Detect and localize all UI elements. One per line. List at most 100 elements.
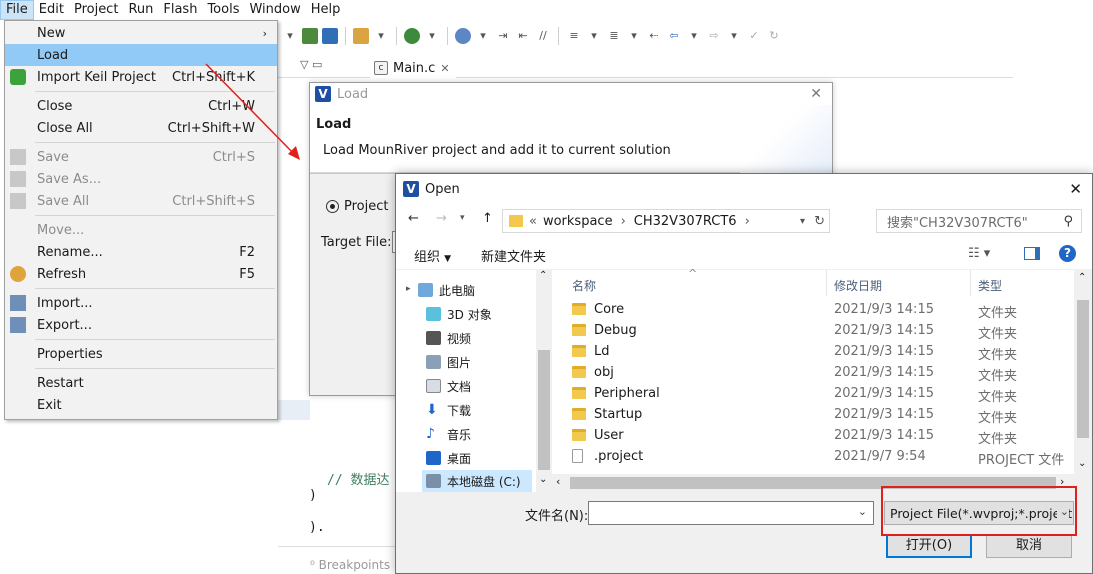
column-header-name[interactable]: 名称 — [572, 277, 596, 294]
breadcrumb-overflow-icon[interactable]: « — [529, 214, 537, 229]
menu-edit[interactable]: Edit — [34, 0, 69, 20]
table-row[interactable]: .project 2021/9/7 9:54 PROJECT 文件 — [552, 447, 1070, 468]
annotation-icon[interactable]: ≡ — [566, 28, 582, 44]
breadcrumb-ch32v307rct6[interactable]: CH32V307RCT6 — [634, 214, 737, 229]
project-radio[interactable]: Project — [326, 199, 388, 214]
menu-item-properties[interactable]: Properties — [5, 343, 277, 365]
link-icon[interactable]: ↻ — [766, 28, 782, 44]
search-input[interactable]: 搜索"CH32V307RCT6" ⚲ — [876, 209, 1082, 233]
menu-item-move[interactable]: Move... — [5, 219, 277, 241]
table-row[interactable]: Core 2021/9/3 14:15 文件夹 — [552, 300, 1070, 321]
menu-item-save-all[interactable]: Save All Ctrl+Shift+S — [5, 190, 277, 212]
menu-run[interactable]: Run — [123, 0, 158, 20]
breadcrumb-workspace[interactable]: workspace — [543, 214, 613, 229]
menu-help[interactable]: Help — [306, 0, 346, 20]
search-icon[interactable] — [455, 28, 471, 44]
nav-documents[interactable]: 文档 — [426, 374, 471, 398]
forward-arrow-icon[interactable]: ⇨ — [706, 28, 722, 44]
nav-3d-objects[interactable]: 3D 对象 — [426, 302, 492, 326]
picture-icon — [426, 355, 441, 369]
menu-separator — [35, 339, 275, 340]
annotation-prev-icon[interactable]: ≣ — [606, 28, 622, 44]
nav-scrollbar-thumb[interactable] — [538, 350, 550, 470]
dropdown-icon[interactable]: ▾ — [626, 28, 642, 44]
nav-downloads[interactable]: ⬇ 下载 — [426, 398, 471, 422]
scroll-down-icon[interactable]: ⌄ — [539, 474, 547, 485]
debug-icon[interactable] — [404, 28, 420, 44]
dropdown-icon[interactable]: ▾ — [282, 28, 298, 44]
close-icon[interactable]: ✕ — [440, 62, 449, 75]
dropdown-icon[interactable]: ▾ — [726, 28, 742, 44]
scrollbar-thumb[interactable] — [1077, 300, 1089, 438]
view-options-icon[interactable]: ☷ ▾ — [968, 246, 990, 261]
up-arrow-icon[interactable]: ↑ — [482, 211, 493, 226]
column-header-date[interactable]: 修改日期 — [834, 277, 882, 294]
menu-item-restart[interactable]: Restart — [5, 372, 277, 394]
cancel-button[interactable]: 取消 — [986, 534, 1072, 558]
last-edit-icon[interactable]: ⇠ — [646, 28, 662, 44]
address-bar[interactable]: « workspace › CH32V307RCT6 › ▾ ↻ — [502, 209, 830, 233]
tab-main-c[interactable]: c Main.c ✕ — [370, 57, 456, 79]
scroll-left-icon[interactable]: ‹ — [556, 475, 560, 488]
breakpoints-tab[interactable]: ⁰ Breakpoints — [310, 558, 400, 574]
menu-item-save-as[interactable]: Save As... — [5, 168, 277, 190]
scroll-down-icon[interactable]: ⌄ — [1078, 458, 1086, 469]
menu-item-new[interactable]: New › — [5, 22, 277, 44]
menu-item-refresh[interactable]: Refresh F5 — [5, 263, 277, 285]
chevron-down-icon[interactable]: ⌄ — [858, 505, 867, 518]
refresh-icon[interactable]: ↻ — [814, 214, 825, 229]
scroll-up-icon[interactable]: ⌃ — [1078, 272, 1086, 283]
table-row[interactable]: User 2021/9/3 14:15 文件夹 — [552, 426, 1070, 447]
menu-item-rename[interactable]: Rename... F2 — [5, 241, 277, 263]
dropdown-icon[interactable]: ▾ — [586, 28, 602, 44]
table-row[interactable]: Debug 2021/9/3 14:15 文件夹 — [552, 321, 1070, 342]
forward-arrow-icon[interactable]: → — [436, 211, 447, 226]
nav-videos[interactable]: 视频 — [426, 326, 471, 350]
menu-item-exit[interactable]: Exit — [5, 394, 277, 416]
close-icon[interactable]: ✕ — [1069, 180, 1082, 198]
new-folder-button[interactable]: 新建文件夹 — [481, 246, 546, 265]
layers-icon[interactable] — [322, 28, 338, 44]
menu-project[interactable]: Project — [69, 0, 123, 20]
preview-pane-icon[interactable] — [1024, 247, 1040, 260]
table-row[interactable]: Startup 2021/9/3 14:15 文件夹 — [552, 405, 1070, 426]
menu-item-export[interactable]: Export... — [5, 314, 277, 336]
table-row[interactable]: Ld 2021/9/3 14:15 文件夹 — [552, 342, 1070, 363]
file-list-scrollbar[interactable]: ⌃ ⌄ — [1074, 270, 1092, 492]
nav-music[interactable]: ♪ 音乐 — [426, 422, 471, 446]
address-dropdown-icon[interactable]: ▾ — [800, 216, 805, 227]
menu-file[interactable]: File — [0, 0, 34, 20]
download-icon[interactable] — [353, 28, 369, 44]
outdent-icon[interactable]: ⇤ — [515, 28, 531, 44]
nav-pictures[interactable]: 图片 — [426, 350, 471, 374]
nav-this-pc[interactable]: 此电脑 — [418, 278, 475, 302]
menu-flash[interactable]: Flash — [158, 0, 202, 20]
nav-scrollbar[interactable]: ⌃ ⌄ — [536, 270, 552, 492]
dropdown-icon[interactable]: ▾ — [424, 28, 440, 44]
menu-tools[interactable]: Tools — [202, 0, 244, 20]
organize-button[interactable]: 组织 ▼ — [414, 246, 451, 265]
column-header-type[interactable]: 类型 — [978, 277, 1002, 294]
nav-local-disk[interactable]: 本地磁盘 (C:) — [422, 470, 532, 492]
menu-item-import[interactable]: Import... — [5, 292, 277, 314]
recent-dropdown-icon[interactable]: ▾ — [460, 213, 465, 223]
build-icon[interactable] — [302, 28, 318, 44]
dropdown-icon[interactable]: ▾ — [475, 28, 491, 44]
dropdown-icon[interactable]: ▾ — [373, 28, 389, 44]
filename-input[interactable]: ⌄ — [588, 501, 874, 525]
expand-icon[interactable]: ▸ — [406, 284, 411, 294]
scroll-up-icon[interactable]: ⌃ — [539, 270, 547, 281]
nav-desktop[interactable]: 桌面 — [426, 446, 471, 470]
back-arrow-icon[interactable]: ← — [408, 211, 419, 226]
help-icon[interactable]: ? — [1059, 245, 1076, 262]
back-arrow-icon[interactable]: ⇦ — [666, 28, 682, 44]
pin-icon[interactable]: ✓ — [746, 28, 762, 44]
close-icon[interactable]: ✕ — [810, 86, 822, 102]
table-row[interactable]: obj 2021/9/3 14:15 文件夹 — [552, 363, 1070, 384]
indent-icon[interactable]: ⇥ — [495, 28, 511, 44]
dropdown-icon[interactable]: ▾ — [686, 28, 702, 44]
open-button[interactable]: 打开(O) — [886, 534, 972, 558]
format-icon[interactable]: // — [535, 28, 551, 44]
menu-window[interactable]: Window — [244, 0, 305, 20]
table-row[interactable]: Peripheral 2021/9/3 14:15 文件夹 — [552, 384, 1070, 405]
